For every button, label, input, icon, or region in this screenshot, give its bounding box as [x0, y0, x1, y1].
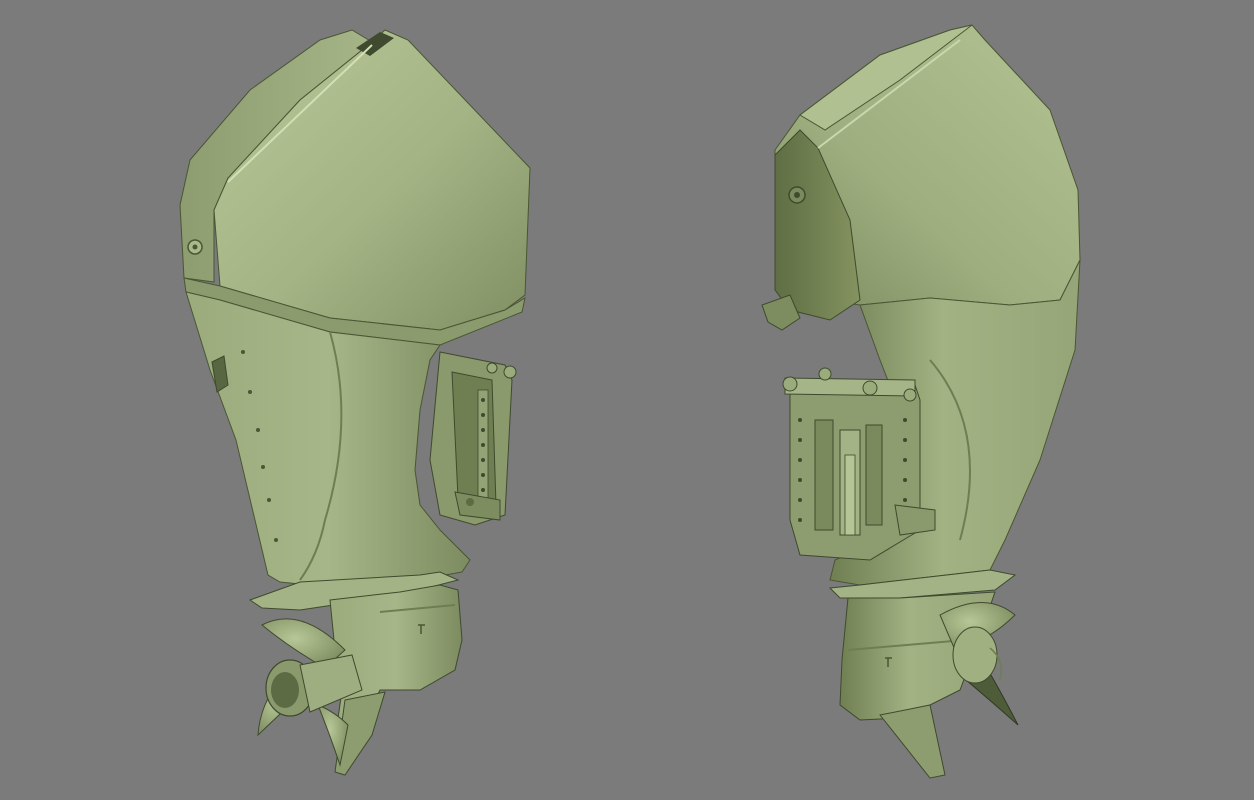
brand-emblem-center	[794, 192, 800, 198]
brand-emblem-center	[192, 244, 198, 250]
trim-tilt-bracket	[782, 367, 936, 561]
render-viewport	[0, 0, 1254, 800]
viewport-background	[0, 0, 1254, 800]
transom-bracket	[429, 351, 517, 526]
